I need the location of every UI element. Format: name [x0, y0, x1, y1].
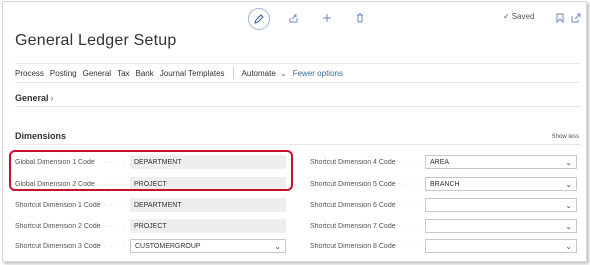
- delete-icon[interactable]: [350, 8, 370, 28]
- field-row-shortcut-dim-5: Shortcut Dimension 5 Code · · · · BRANCH ⌄: [310, 177, 577, 191]
- field-label: Shortcut Dimension 3 Code · · · ·: [15, 242, 126, 250]
- field-row-shortcut-dim-7: Shortcut Dimension 7 Code · · · · ⌄: [310, 219, 577, 233]
- chevron-down-icon: ⌄: [274, 242, 281, 251]
- action-separator: [232, 67, 234, 79]
- fewer-options-link[interactable]: Fewer options: [293, 69, 343, 78]
- action-bar: Process Posting General Tax Bank Journal…: [15, 63, 580, 83]
- page-title: General Ledger Setup: [15, 32, 177, 49]
- field-row-shortcut-dim-2: Shortcut Dimension 2 Code · · · · PROJECT: [15, 219, 286, 233]
- section-divider: [15, 144, 581, 145]
- chevron-down-icon: ⌄: [565, 201, 572, 210]
- action-general[interactable]: General: [83, 69, 111, 78]
- show-less-link[interactable]: Show less: [552, 134, 579, 140]
- page-window: ✓ Saved General Ledger Setup Process Pos…: [2, 1, 587, 262]
- checkmark-icon: ✓: [503, 12, 510, 21]
- action-bank[interactable]: Bank: [136, 69, 154, 78]
- field-label: Shortcut Dimension 7 Code · · · ·: [310, 222, 421, 230]
- field-label: Shortcut Dimension 2 Code · · · ·: [15, 222, 126, 230]
- section-dimensions-header: Dimensions: [15, 131, 67, 141]
- chevron-right-icon: ›: [50, 93, 54, 103]
- shortcut-dimension-8-select[interactable]: ⌄: [425, 239, 577, 253]
- shortcut-dimension-4-select[interactable]: AREA ⌄: [425, 155, 577, 169]
- automate-label: Automate: [241, 68, 276, 78]
- saved-status: ✓ Saved: [503, 12, 534, 21]
- share-icon[interactable]: [283, 8, 303, 28]
- field-label: Shortcut Dimension 8 Code · · · ·: [310, 242, 421, 250]
- action-process[interactable]: Process: [15, 69, 44, 78]
- select-value: CUSTOMERGROUP: [135, 242, 201, 250]
- shortcut-dimension-7-select[interactable]: ⌄: [425, 219, 577, 233]
- field-row-shortcut-dim-6: Shortcut Dimension 6 Code · · · · ⌄: [310, 198, 577, 212]
- chevron-down-icon: ⌄: [280, 68, 287, 78]
- field-row-shortcut-dim-8: Shortcut Dimension 8 Code · · · · ⌄: [310, 239, 577, 253]
- field-row-shortcut-dim-3: Shortcut Dimension 3 Code · · · · CUSTOME…: [15, 239, 286, 253]
- shortcut-dimension-1-field: DEPARTMENT: [130, 198, 286, 212]
- section-general-label: General: [15, 93, 49, 103]
- field-label: Shortcut Dimension 4 Code · · · ·: [310, 158, 421, 166]
- action-automate[interactable]: Automate ⌄: [242, 69, 287, 78]
- field-row-shortcut-dim-1: Shortcut Dimension 1 Code · · · · DEPARTM…: [15, 198, 286, 212]
- action-tax[interactable]: Tax: [117, 69, 129, 78]
- shortcut-dimension-3-select[interactable]: CUSTOMERGROUP ⌄: [130, 239, 286, 253]
- shortcut-dimension-5-select[interactable]: BRANCH ⌄: [425, 177, 577, 191]
- chevron-down-icon: ⌄: [565, 242, 572, 251]
- chevron-down-icon: ⌄: [565, 222, 572, 231]
- field-label: Shortcut Dimension 1 Code · · · ·: [15, 201, 126, 209]
- shortcut-dimension-6-select[interactable]: ⌄: [425, 198, 577, 212]
- action-journal-templates[interactable]: Journal Templates: [160, 69, 225, 78]
- saved-label: Saved: [511, 12, 535, 21]
- top-toolbar: ✓ Saved: [3, 2, 586, 34]
- add-icon[interactable]: [317, 8, 337, 28]
- shortcut-dimension-2-field: PROJECT: [130, 219, 286, 233]
- field-label: Shortcut Dimension 5 Code · · · ·: [310, 180, 421, 188]
- open-new-window-icon[interactable]: [566, 8, 586, 28]
- chevron-down-icon: ⌄: [565, 158, 572, 167]
- field-label: Shortcut Dimension 6 Code · · · ·: [310, 201, 421, 209]
- select-value: BRANCH: [430, 180, 460, 188]
- section-divider: [15, 106, 581, 107]
- section-general-header[interactable]: General ›: [15, 93, 54, 103]
- field-row-shortcut-dim-4: Shortcut Dimension 4 Code · · · · AREA ⌄: [310, 155, 577, 169]
- action-posting[interactable]: Posting: [50, 69, 77, 78]
- edit-pencil-icon[interactable]: [248, 8, 270, 30]
- select-value: AREA: [430, 158, 450, 166]
- chevron-down-icon: ⌄: [565, 180, 572, 189]
- highlight-annotation: [9, 150, 293, 191]
